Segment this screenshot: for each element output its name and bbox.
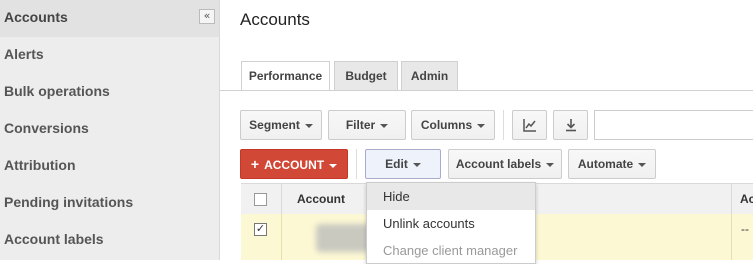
download-icon bbox=[565, 119, 576, 132]
search-input[interactable] bbox=[594, 110, 753, 140]
add-account-label: ACCOUNT bbox=[264, 158, 325, 172]
segment-button[interactable]: Segment bbox=[240, 110, 322, 140]
chevron-down-icon bbox=[546, 162, 555, 167]
tab-divider bbox=[220, 90, 753, 91]
edit-dropdown-menu: Hide Unlink accounts Change client manag… bbox=[366, 182, 536, 264]
sidebar-item-alerts[interactable]: Alerts bbox=[0, 37, 219, 74]
sidebar-item-pending-invitations[interactable]: Pending invitations bbox=[0, 185, 219, 222]
automate-label: Automate bbox=[577, 157, 634, 171]
chevron-down-icon bbox=[638, 162, 647, 167]
header-divider bbox=[731, 184, 732, 215]
edit-button[interactable]: Edit bbox=[365, 149, 441, 179]
main-content: Accounts Performance Budget Admin Segmen… bbox=[220, 0, 753, 264]
account-labels-label: Account labels bbox=[455, 157, 542, 171]
toolbar-divider bbox=[503, 110, 504, 140]
column-header-ac[interactable]: Ac bbox=[740, 184, 753, 215]
filter-label: Filter bbox=[345, 118, 376, 132]
row-divider bbox=[281, 214, 282, 260]
add-account-button[interactable]: + ACCOUNT bbox=[240, 149, 348, 179]
sidebar-item-conversions[interactable]: Conversions bbox=[0, 111, 219, 148]
columns-label: Columns bbox=[420, 118, 473, 132]
action-divider bbox=[356, 149, 357, 179]
plus-icon: + bbox=[250, 156, 260, 172]
chart-button[interactable] bbox=[512, 110, 547, 140]
account-labels-button[interactable]: Account labels bbox=[448, 149, 562, 179]
sidebar-item-account-labels[interactable]: Account labels bbox=[0, 222, 219, 259]
row-checkbox[interactable]: ✓ bbox=[254, 223, 267, 236]
tab-admin[interactable]: Admin bbox=[401, 61, 458, 90]
chevron-down-icon bbox=[329, 163, 338, 168]
select-all-checkbox[interactable] bbox=[254, 193, 267, 206]
chevron-down-icon bbox=[477, 123, 486, 128]
filter-button[interactable]: Filter bbox=[328, 110, 406, 140]
sidebar: Accounts Alerts Bulk operations Conversi… bbox=[0, 0, 220, 260]
sidebar-item-bulk-operations[interactable]: Bulk operations bbox=[0, 74, 219, 111]
download-button[interactable] bbox=[553, 110, 588, 140]
columns-button[interactable]: Columns bbox=[411, 110, 495, 140]
sidebar-item-attribution[interactable]: Attribution bbox=[0, 148, 219, 185]
column-header-account[interactable]: Account bbox=[297, 184, 345, 215]
chevron-down-icon bbox=[304, 123, 313, 128]
tab-performance[interactable]: Performance bbox=[241, 61, 330, 91]
chevron-down-icon bbox=[412, 162, 421, 167]
chevron-down-icon bbox=[380, 123, 389, 128]
header-divider bbox=[281, 184, 282, 215]
menu-item-hide[interactable]: Hide bbox=[367, 183, 535, 210]
menu-item-unlink-accounts[interactable]: Unlink accounts bbox=[367, 210, 535, 237]
edit-label: Edit bbox=[385, 157, 408, 171]
sidebar-item-accounts[interactable]: Accounts bbox=[0, 0, 219, 37]
row-cell-value: -- bbox=[741, 222, 749, 236]
line-chart-icon bbox=[522, 119, 536, 132]
tab-budget[interactable]: Budget bbox=[334, 61, 398, 90]
automate-button[interactable]: Automate bbox=[568, 149, 656, 179]
page-title: Accounts bbox=[240, 10, 310, 29]
collapse-sidebar-button[interactable]: « bbox=[199, 9, 215, 24]
row-divider bbox=[731, 214, 732, 260]
segment-label: Segment bbox=[249, 118, 300, 132]
